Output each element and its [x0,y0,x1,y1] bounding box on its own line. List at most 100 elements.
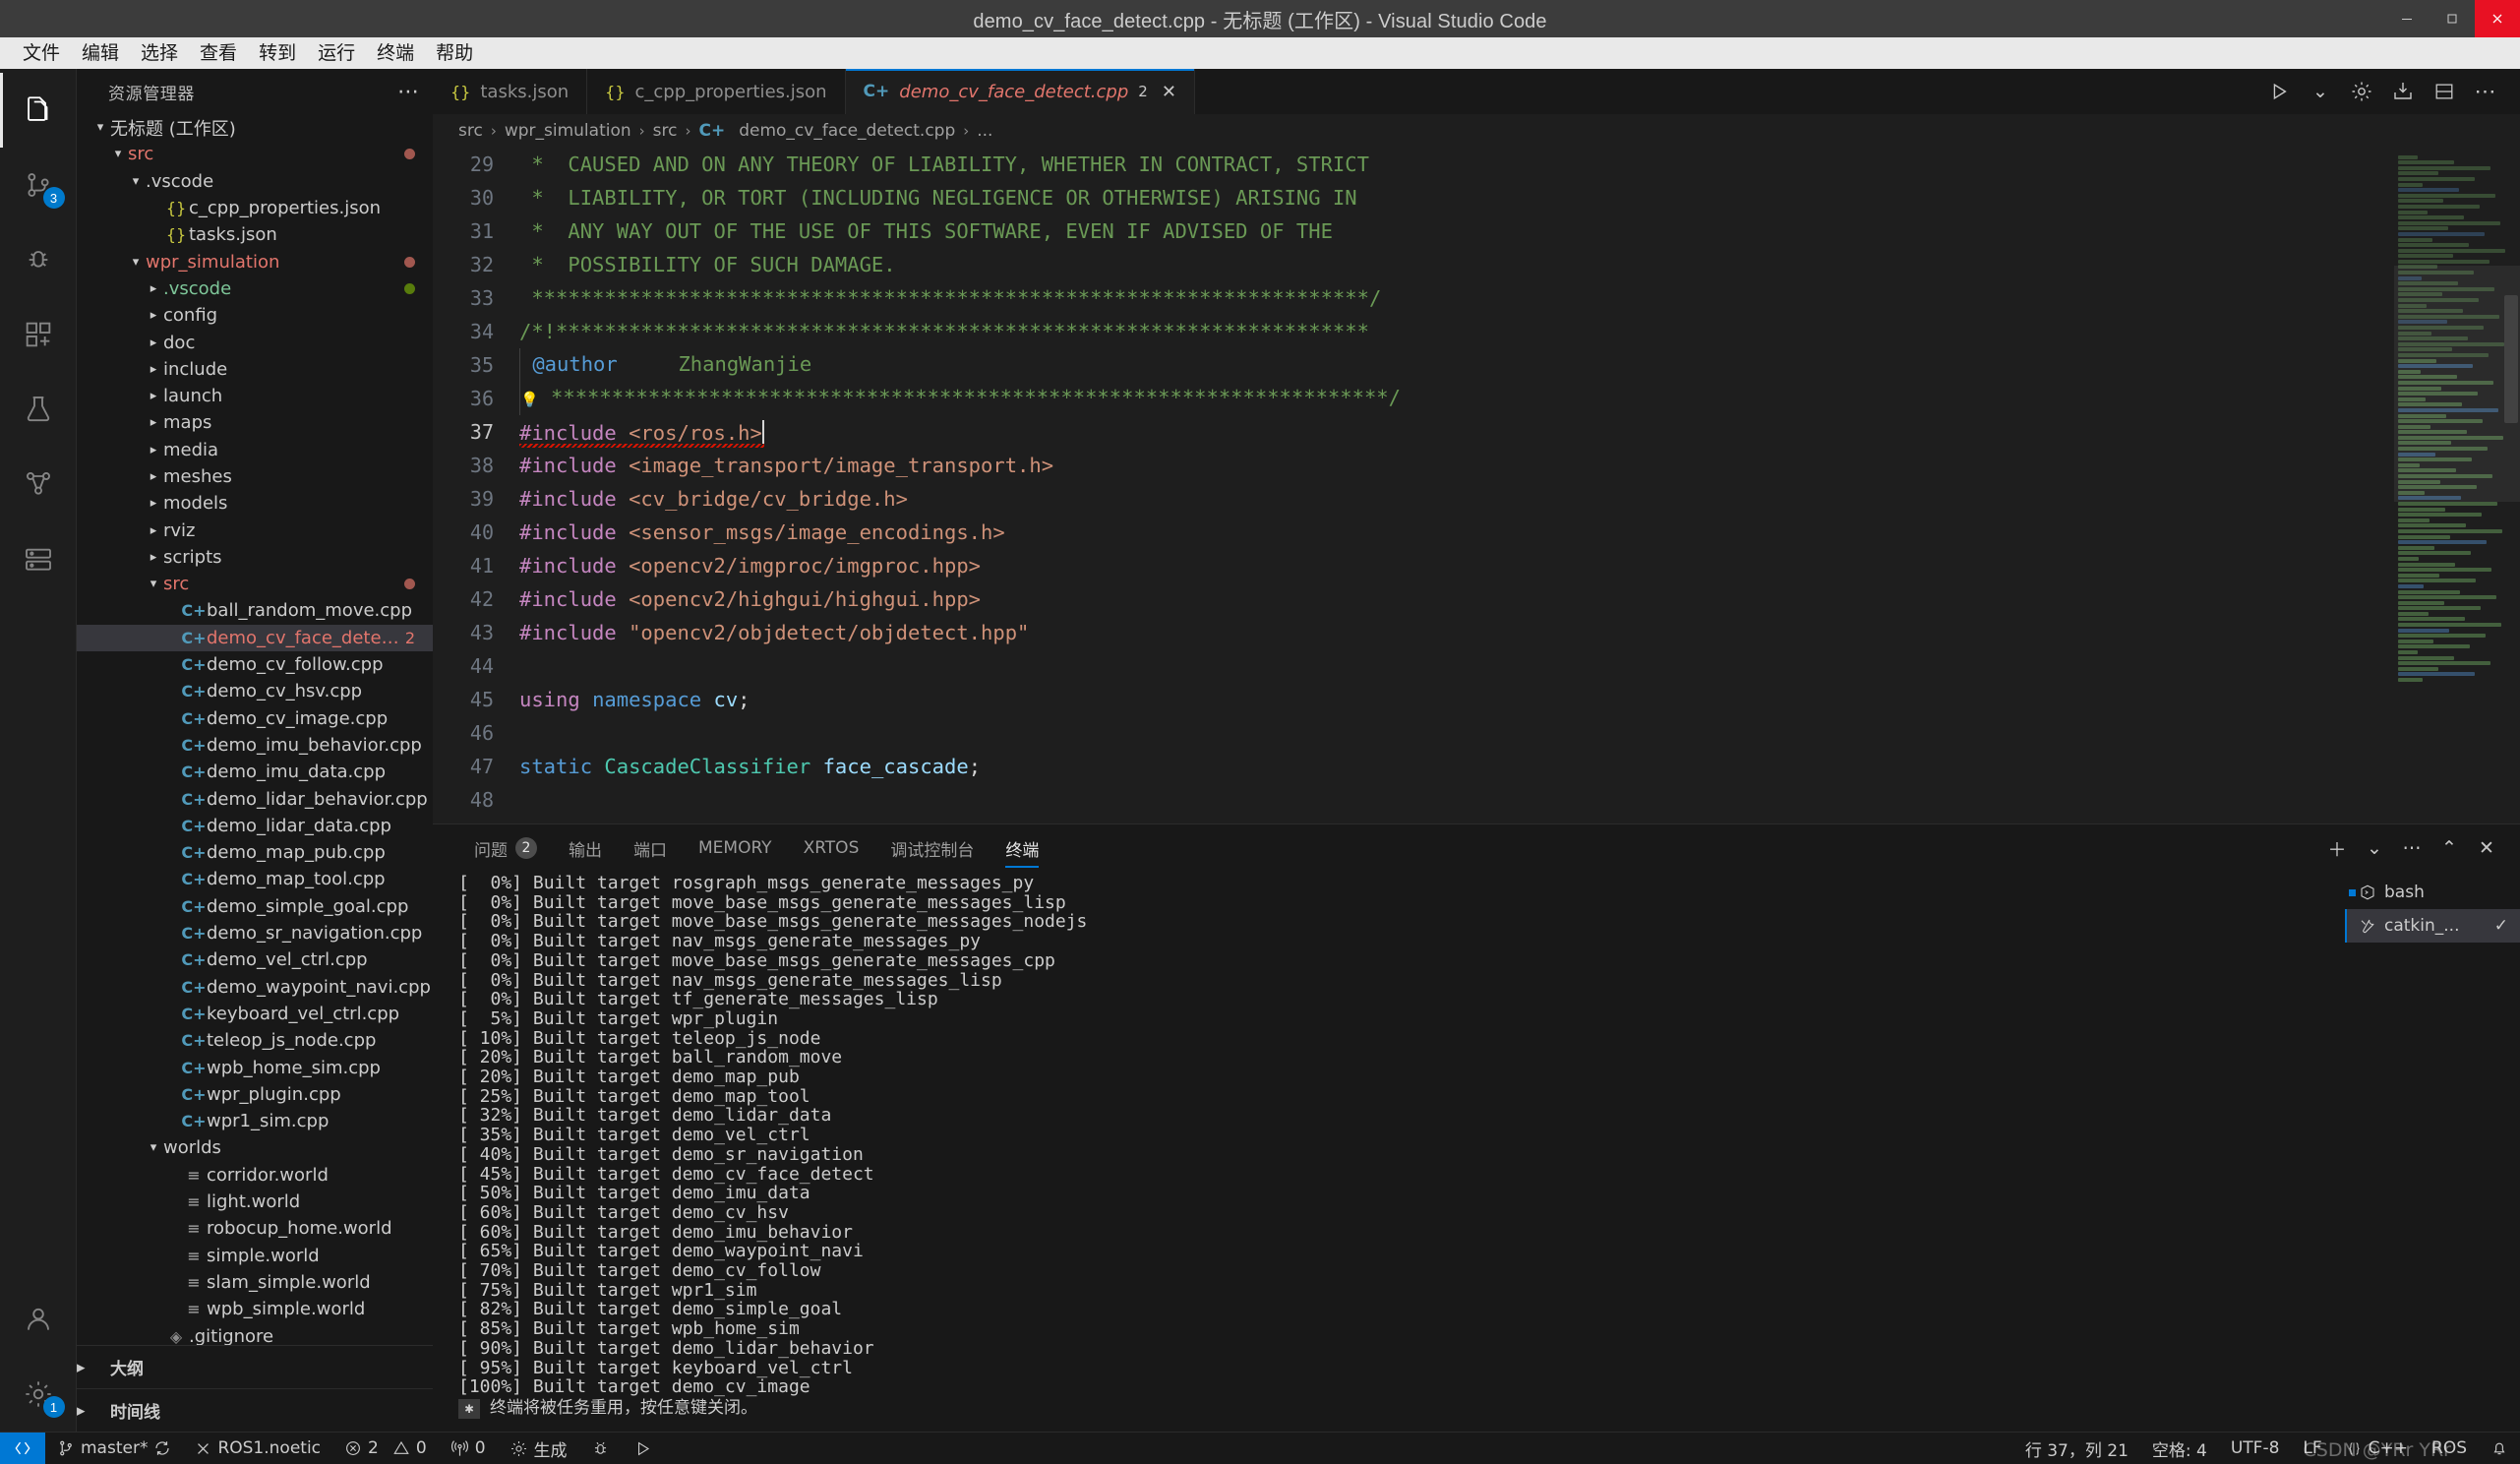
code-line[interactable]: 40 #include <sensor_msgs/image_encodings.… [433,516,2394,549]
terminal-more-icon[interactable]: ⋯ [2394,828,2430,868]
split-editor-icon[interactable] [2424,69,2465,114]
panel-tab-输出[interactable]: 输出 [553,824,618,872]
tree-file-row[interactable]: C+ demo_lidar_behavior.cpp [77,785,433,812]
maximize-button[interactable] [2430,0,2475,37]
code-line[interactable]: 37 #include <ros/ros.h> [433,415,2394,449]
menu-file[interactable]: 文件 [12,41,71,66]
breadcrumb-item[interactable]: demo_cv_face_detect.cpp [739,121,955,141]
terminal-output[interactable]: [ 0%] Built target rosgraph_msgs_generat… [433,872,2345,1432]
tree-folder-row[interactable]: ▸ maps [77,409,433,436]
tree-file-row[interactable]: ≡ wpb_simple.world [77,1296,433,1322]
remote-indicator[interactable] [0,1432,45,1464]
minimap[interactable] [2394,148,2520,824]
tree-file-row[interactable]: C+demo_cv_face_detect.cpp2 [77,624,433,651]
code-line[interactable]: 32 * POSSIBILITY OF SUCH DAMAGE. [433,248,2394,281]
code-line[interactable]: 31 * ANY WAY OUT OF THE USE OF THIS SOFT… [433,214,2394,248]
code-line[interactable]: 36 💡 ************************************… [433,382,2394,415]
tree-file-row[interactable]: C+ demo_simple_goal.cpp [77,893,433,920]
activity-item-settings[interactable]: 1 [0,1357,77,1432]
close-panel-icon[interactable]: ✕ [2469,828,2504,868]
tree-file-row[interactable]: C+ ball_random_move.cpp [77,597,433,624]
tree-file-row[interactable]: ≡ slam_simple.world [77,1269,433,1296]
minimap-slider[interactable] [2394,266,2520,502]
activity-item-accounts[interactable] [0,1282,77,1357]
run-debug-icon[interactable] [2258,69,2300,114]
code-lines[interactable]: 29 * CAUSED AND ON ANY THEORY OF LIABILI… [433,148,2394,824]
tree-folder-row[interactable]: ▸ config [77,302,433,329]
tree-folder-row[interactable]: ▸ include [77,356,433,383]
new-terminal-icon[interactable]: ＋ [2319,828,2355,868]
tab-demo-cv-face-detect-cpp[interactable]: C+ demo_cv_face_detect.cpp 2 ✕ [845,69,1195,114]
activity-item-testing[interactable] [0,372,77,447]
tree-folder-row[interactable]: ▾ src [77,141,433,167]
activity-item-extensions[interactable] [0,297,77,372]
tree-folder-row[interactable]: ▸ .vscode [77,275,433,302]
status-ros[interactable]: ROS1.noetic [183,1433,332,1464]
status-debug[interactable] [579,1433,622,1464]
menu-selection[interactable]: 选择 [130,41,189,66]
tree-file-row[interactable]: C+ demo_map_tool.cpp [77,866,433,892]
tab-c-cpp-properties-json[interactable]: {} c_cpp_properties.json [587,69,846,114]
scrollbar-thumb[interactable] [2504,295,2518,423]
tree-file-row[interactable]: C+ demo_cv_follow.cpp [77,651,433,678]
panel-tab-问题[interactable]: 问题 2 [458,824,553,872]
tree-folder-row[interactable]: ▸ models [77,490,433,517]
code-line[interactable]: 34 /*!***********************************… [433,315,2394,348]
tree-file-row[interactable]: C+ demo_map_pub.cpp [77,839,433,866]
tree-file-row[interactable]: C+ teleop_js_node.cpp [77,1027,433,1054]
save-all-icon[interactable] [2382,69,2424,114]
activity-item-run-and-debug[interactable] [0,222,77,297]
tree-file-row[interactable]: ◈ .gitignore [77,1322,433,1346]
code-line[interactable]: 44 [433,649,2394,683]
tree-file-row[interactable]: C+ demo_cv_image.cpp [77,705,433,732]
tree-file-row[interactable]: C+ demo_vel_ctrl.cpp [77,946,433,973]
lightbulb-icon[interactable]: 💡 [520,391,539,408]
code-line[interactable]: 33 *************************************… [433,281,2394,315]
activity-item-explorer[interactable] [0,73,77,148]
status-cursor-position[interactable]: 行 37，列 21 [2013,1433,2140,1464]
status-build[interactable]: 生成 [498,1433,579,1464]
tree-folder-row[interactable]: ▾ wpr_simulation [77,248,433,274]
status-language-mode[interactable]: C++ [2334,1433,2420,1464]
split-terminal-dropdown-icon[interactable]: ⌄ [2357,828,2392,868]
tree-file-row[interactable]: C+ wpr_plugin.cpp [77,1081,433,1108]
tree-file-row[interactable]: C+ demo_cv_hsv.cpp [77,678,433,704]
close-button[interactable] [2475,0,2520,37]
panel-tab-调试控制台[interactable]: 调试控制台 [874,824,990,872]
breadcrumb-item[interactable]: wpr_simulation [505,121,631,141]
tree-folder-row[interactable]: ▸ rviz [77,517,433,543]
tree-file-row[interactable]: C+ wpr1_sim.cpp [77,1108,433,1134]
status-ports[interactable]: 0 [439,1433,498,1464]
tab-tasks-json[interactable]: {} tasks.json [433,69,588,114]
terminal-list-item[interactable]: bash [2345,876,2520,909]
editor-scrollbar[interactable] [2502,148,2520,824]
terminal-list-item[interactable]: catkin_... ✓ [2345,909,2520,943]
menu-go[interactable]: 转到 [248,41,307,66]
tree-file-row[interactable]: ≡ light.world [77,1189,433,1215]
status-run[interactable] [622,1433,664,1464]
tree-file-row[interactable]: C+ wpb_home_sim.cpp [77,1054,433,1080]
status-ros-distro[interactable]: ROS [2420,1433,2479,1464]
panel-tab-终端[interactable]: 终端 [990,824,1054,872]
close-icon[interactable]: ✕ [1162,82,1176,102]
code-line[interactable]: 35 @author ZhangWanjie [433,348,2394,382]
code-line[interactable]: 39 #include <cv_bridge/cv_bridge.h> [433,482,2394,516]
tree-folder-row[interactable]: ▾ .vscode [77,168,433,195]
tree-folder-row[interactable]: ▾ worlds [77,1134,433,1161]
menu-help[interactable]: 帮助 [425,41,484,66]
gear-icon[interactable] [2341,69,2382,114]
maximize-panel-icon[interactable]: ⌃ [2431,828,2467,868]
code-line[interactable]: 41 #include <opencv2/imgproc/imgproc.hpp> [433,549,2394,582]
menu-view[interactable]: 查看 [189,41,248,66]
tree-file-row[interactable]: ≡ simple.world [77,1242,433,1268]
tree-file-row[interactable]: ≡ corridor.world [77,1162,433,1189]
tree-file-row[interactable]: {} c_cpp_properties.json [77,195,433,221]
tree-folder-row[interactable]: ▸ launch [77,383,433,409]
code-line[interactable]: 48 [433,783,2394,817]
tree-folder-row[interactable]: ▸ media [77,437,433,463]
status-branch[interactable]: master* [45,1433,183,1464]
breadcrumb[interactable]: src › wpr_simulation › src › C+ demo_cv_face_de… [433,114,2520,148]
breadcrumb-item[interactable]: src [458,121,483,141]
tree-folder-row[interactable]: ▾ src [77,571,433,597]
tree-file-row[interactable]: C+ demo_lidar_data.cpp [77,813,433,839]
